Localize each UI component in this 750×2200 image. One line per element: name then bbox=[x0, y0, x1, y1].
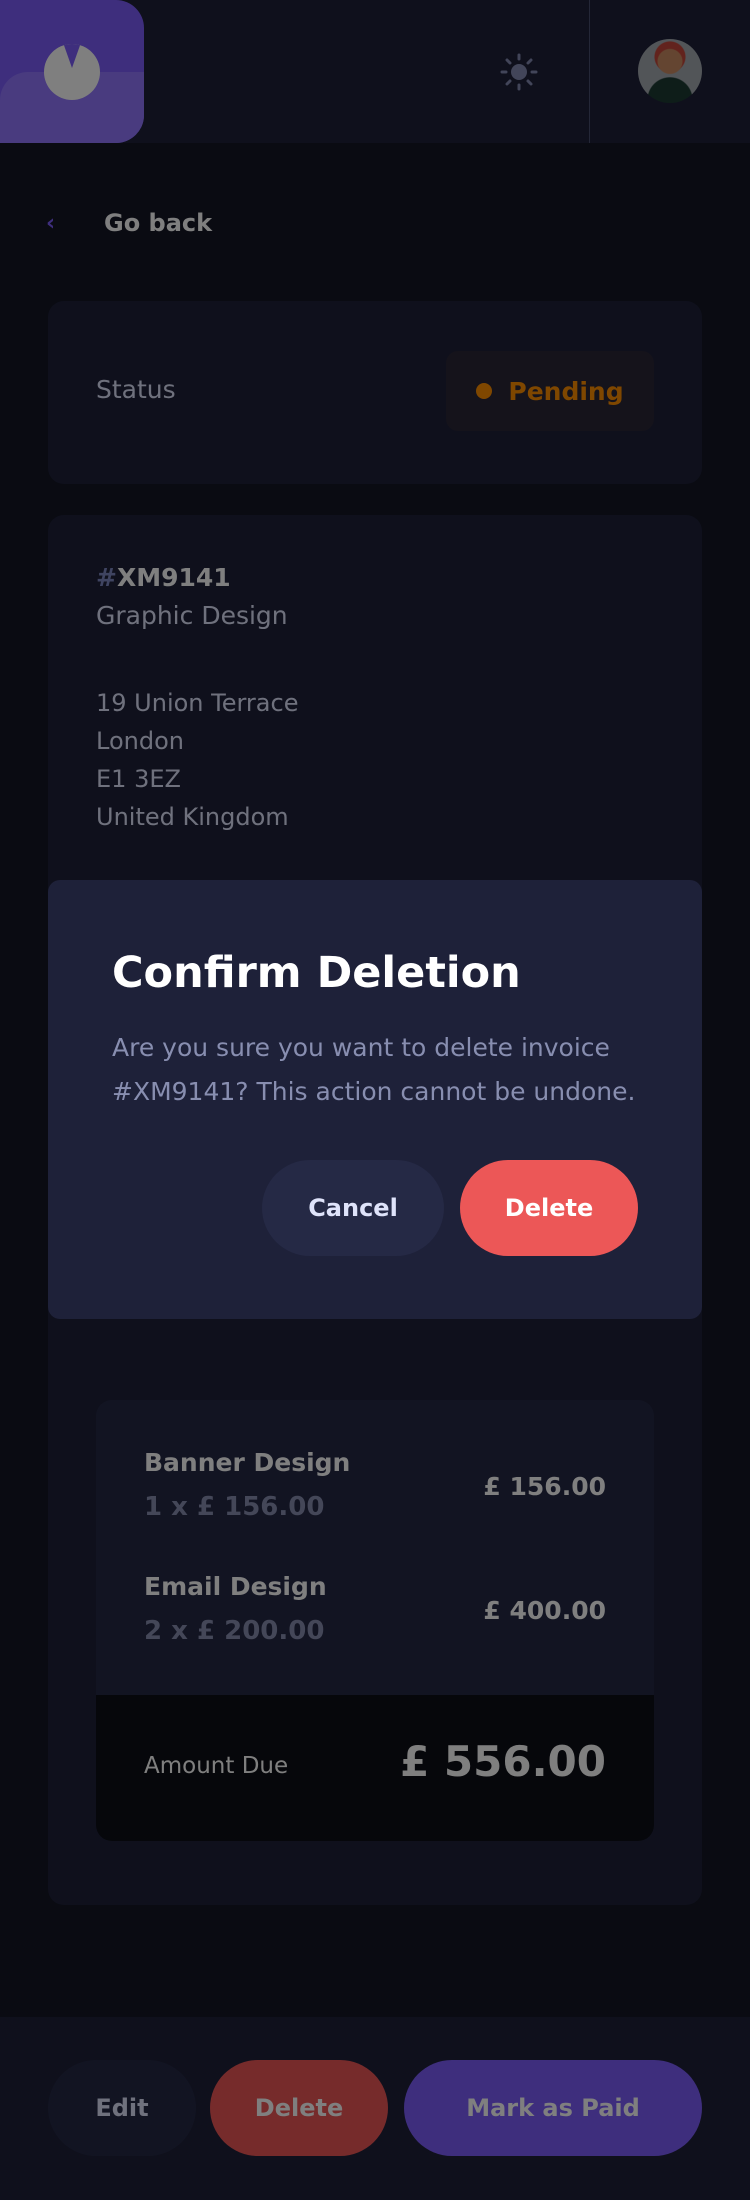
dialog-title: Confirm Deletion bbox=[112, 948, 521, 998]
confirm-delete-button[interactable]: Delete bbox=[460, 1160, 638, 1256]
dialog-message: Are you sure you want to delete invoice … bbox=[112, 1033, 636, 1106]
confirm-delete-dialog: Confirm Deletion Are you sure you want t… bbox=[48, 880, 702, 1319]
cancel-button[interactable]: Cancel bbox=[262, 1160, 444, 1256]
